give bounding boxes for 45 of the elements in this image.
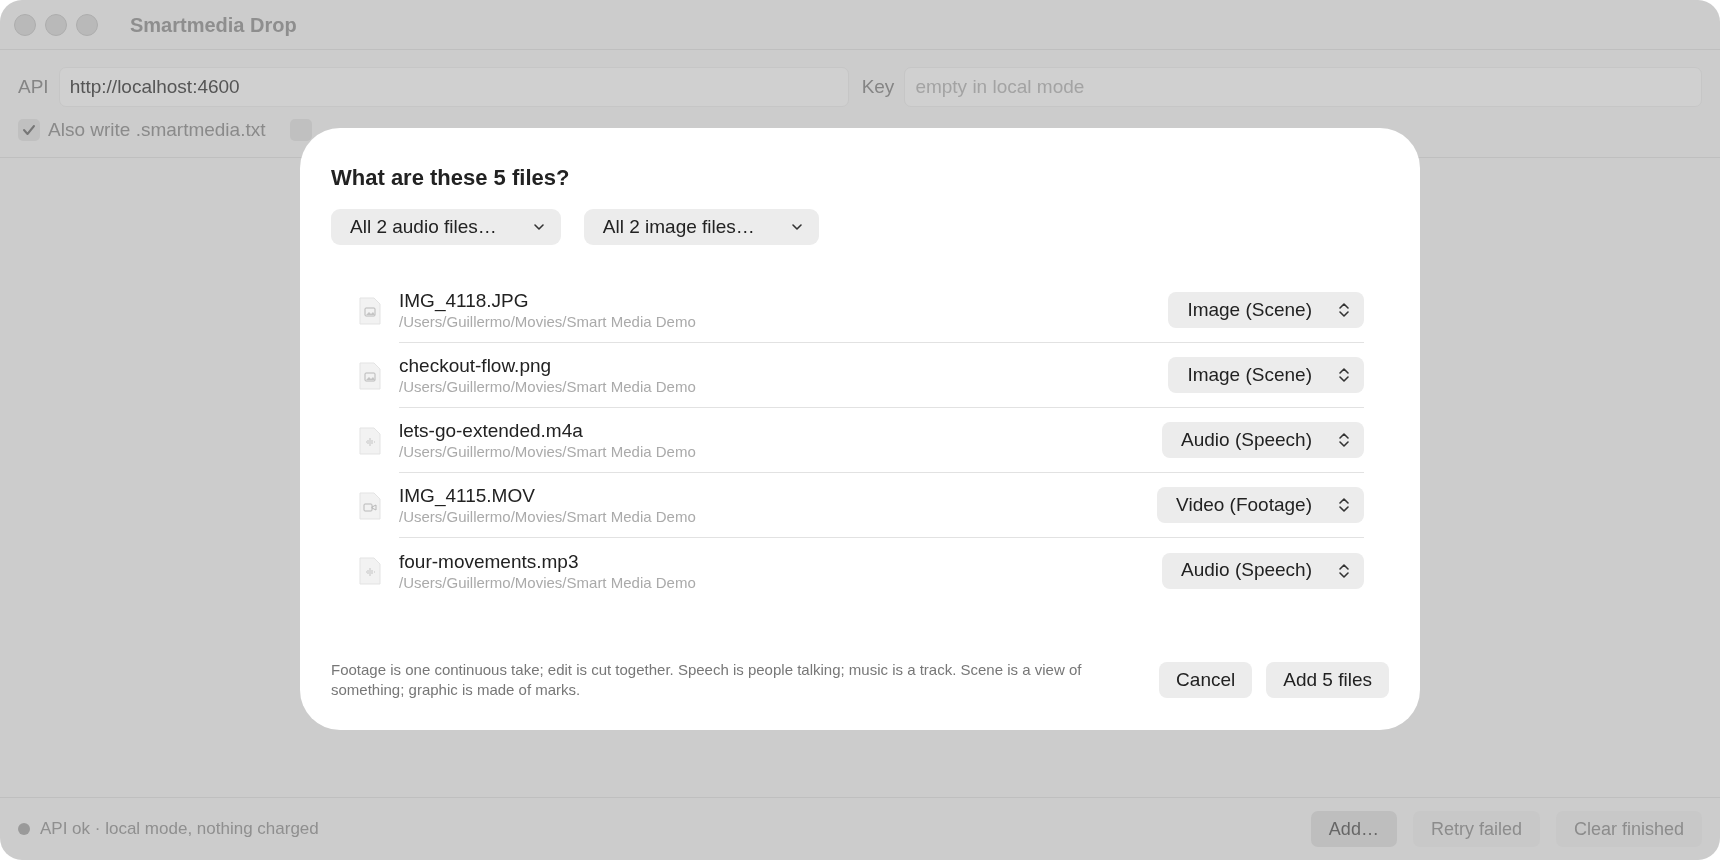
- file-type-select[interactable]: Video (Footage): [1157, 487, 1364, 523]
- file-path: /Users/Guillermo/Movies/Smart Media Demo: [399, 443, 697, 461]
- file-path: /Users/Guillermo/Movies/Smart Media Demo: [399, 378, 697, 396]
- api-label: API: [18, 74, 49, 99]
- hint-text: Footage is one continuous take; edit is cut together. Speech is people talking; music is a track. Scene is a view of something; graphic is made of marks.: [331, 660, 1083, 700]
- audio-file-icon: [358, 425, 382, 456]
- zoom-button[interactable]: [76, 13, 98, 36]
- file-type-select[interactable]: Audio (Speech): [1162, 552, 1364, 589]
- file-path: /Users/Guillermo/Movies/Smart Media Demo: [399, 313, 697, 331]
- dialog-title: What are these 5 files?: [331, 164, 571, 192]
- chevron-down-icon: [532, 223, 545, 231]
- checkmark-icon: [22, 124, 36, 137]
- close-button[interactable]: [14, 13, 36, 36]
- file-path: /Users/Guillermo/Movies/Smart Media Demo: [399, 508, 697, 526]
- checkbox[interactable]: [289, 119, 312, 142]
- window-title: Smartmedia Drop: [130, 12, 297, 38]
- up-down-chevron-icon: [1338, 367, 1350, 383]
- checkbox[interactable]: [18, 119, 40, 142]
- minimize-button[interactable]: [45, 13, 67, 36]
- up-down-chevron-icon: [1338, 432, 1350, 448]
- bulk-type-menu[interactable]: All 2 audio files…: [331, 209, 561, 245]
- api-field[interactable]: http://localhost:4600: [58, 67, 849, 107]
- file-name: lets-go-extended.m4a: [399, 419, 584, 443]
- bulk-type-menu[interactable]: All 2 image files…: [583, 209, 819, 245]
- checkbox-label: Also write .smartmedia.txt: [48, 118, 266, 142]
- up-down-chevron-icon: [1338, 497, 1350, 513]
- cancel-button[interactable]: Cancel: [1159, 662, 1253, 698]
- file-name: IMG_4118.JPG: [399, 289, 530, 313]
- file-type-select[interactable]: Image (Scene): [1168, 357, 1364, 393]
- image-file-icon: [358, 295, 382, 326]
- up-down-chevron-icon: [1338, 302, 1350, 318]
- up-down-chevron-icon: [1338, 562, 1350, 579]
- video-file-icon: [358, 490, 382, 521]
- confirm-button[interactable]: Add 5 files: [1266, 662, 1389, 698]
- file-type-select[interactable]: Image (Scene): [1168, 292, 1364, 328]
- key-label: Key: [861, 74, 895, 99]
- chevron-down-icon: [790, 223, 803, 231]
- file-type-select[interactable]: Audio (Speech): [1162, 422, 1364, 458]
- file-path: /Users/Guillermo/Movies/Smart Media Demo: [399, 573, 697, 592]
- file-name: IMG_4115.MOV: [399, 484, 536, 508]
- file-name: checkout-flow.png: [399, 354, 553, 378]
- audio-file-icon: [358, 555, 382, 586]
- image-file-icon: [358, 360, 382, 391]
- status-text: API ok · local mode, nothing charged: [40, 818, 319, 841]
- file-name: four-movements.mp3: [399, 549, 580, 574]
